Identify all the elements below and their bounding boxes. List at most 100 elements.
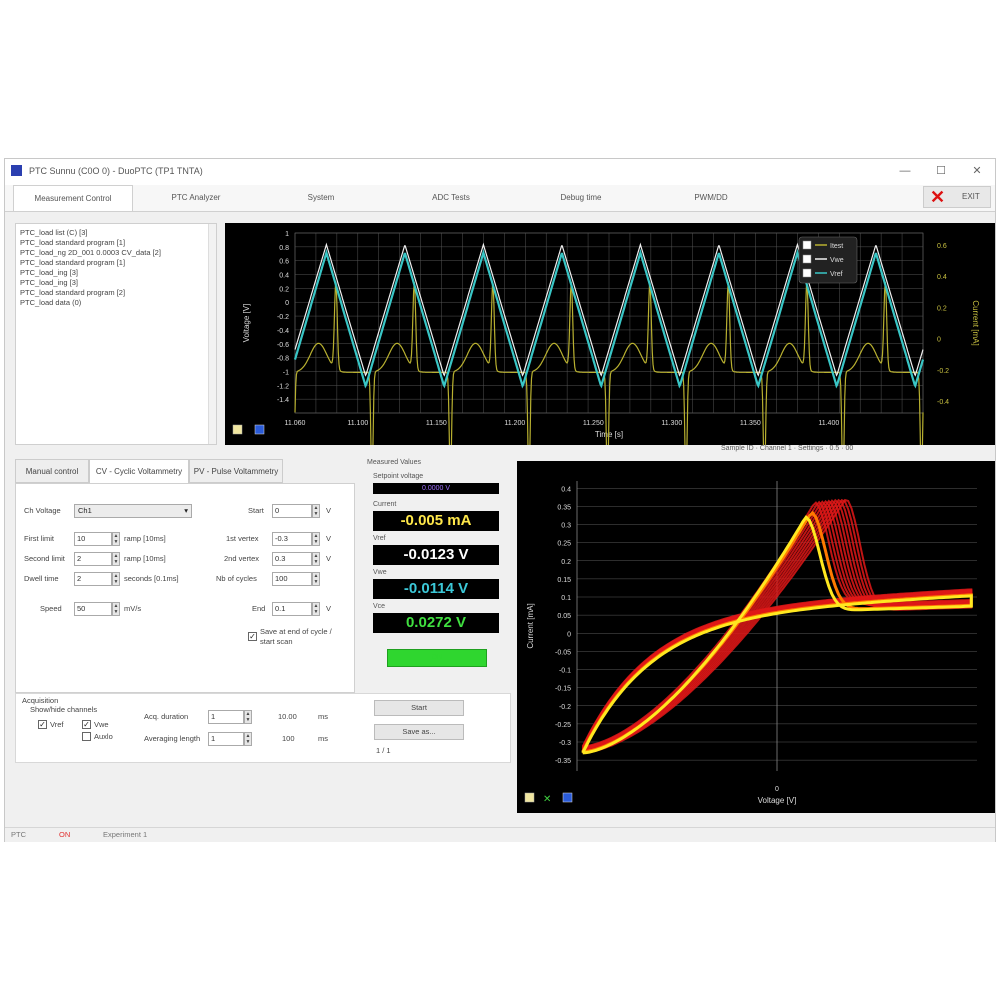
channel-auxlo-checkbox[interactable] <box>82 732 91 741</box>
speed-unit: mV/s <box>124 604 142 613</box>
x-tick-label: 11.150 <box>426 420 447 427</box>
zoom-fit-icon: ✕ <box>543 794 551 805</box>
second-limit-spinner[interactable]: ▲ ▼ <box>112 552 120 566</box>
exit-button[interactable]: ✕ EXIT <box>923 186 991 208</box>
y-tick-label: 0.8 <box>279 245 289 252</box>
y-tick-label: -1 <box>283 369 289 376</box>
save-as-button[interactable]: Save as... <box>374 724 464 740</box>
second-limit-input[interactable]: 2 <box>74 552 112 566</box>
second-vertex-spinner[interactable]: ▲ ▼ <box>312 552 320 566</box>
start-button[interactable]: Start <box>374 700 464 716</box>
dwell-time-unit: seconds [0.1ms] <box>124 574 179 583</box>
save-icon <box>254 424 265 435</box>
current-label: Current <box>373 501 397 508</box>
start-input[interactable]: 0 <box>272 504 312 518</box>
tab-cyclic-voltammetry[interactable]: CV - Cyclic Voltammetry <box>89 459 189 483</box>
list-item[interactable]: PTC_load standard program [1] <box>20 258 125 267</box>
vwe-label: Vwe <box>373 569 387 576</box>
y2-tick-label: 0.4 <box>937 274 947 281</box>
dwell-time-input[interactable]: 2 <box>74 572 112 586</box>
tab-debug-time[interactable]: Debug time <box>531 185 631 210</box>
nb-cycles-input[interactable]: 100 <box>272 572 312 586</box>
first-limit-unit: ramp [10ms] <box>124 534 166 543</box>
tab-pwm[interactable]: PWM/DD <box>661 185 761 210</box>
y-tick-label: -0.15 <box>555 686 571 693</box>
acq-duration-label: Acq. duration <box>144 712 189 721</box>
speed-input[interactable]: 50 <box>74 602 112 616</box>
second-limit-unit: ramp [10ms] <box>124 554 166 563</box>
channel-vwe-checkbox[interactable]: ✓ <box>82 720 91 729</box>
acquisition-counter: 1 / 1 <box>376 746 391 755</box>
close-x-icon: ✕ <box>930 187 946 207</box>
second-vertex-label: 2nd vertex <box>224 554 260 563</box>
maximize-button[interactable]: ☐ <box>931 163 951 179</box>
avg-length-input[interactable]: 1 <box>208 732 244 746</box>
y-tick-label: 0 <box>285 300 289 307</box>
tab-manual-control[interactable]: Manual control <box>15 459 89 483</box>
y-tick-label: 0.3 <box>561 523 571 530</box>
list-item[interactable]: PTC_load standard program [2] <box>20 288 125 297</box>
measured-values-panel: Measured Values Setpoint voltage 0.0000 … <box>367 459 507 695</box>
acquisition-header: Acquisition <box>22 696 59 705</box>
y-tick-label: -0.2 <box>559 704 571 711</box>
y-tick-label: 0.2 <box>279 286 289 293</box>
vce-value: 0.0272 V <box>373 613 499 633</box>
cv-chart-panel: 0.4 0.35 0.3 0.25 0.2 0.15 0.1 0.05 0 -0.05 -0.1 -0… <box>517 461 995 813</box>
y2-tick-label: -0.4 <box>937 399 949 406</box>
nb-cycles-label: Nb of cycles <box>216 574 257 583</box>
save-option-checkbox[interactable]: ✓ <box>248 632 257 641</box>
list-scrollbar[interactable] <box>208 224 216 444</box>
speed-spinner[interactable]: ▲ ▼ <box>112 602 120 616</box>
dwell-time-spinner[interactable]: ▲ ▼ <box>112 572 120 586</box>
list-item[interactable]: PTC_load data (0) <box>20 298 81 307</box>
y-tick-label: 0.05 <box>557 613 571 620</box>
end-spinner[interactable]: ▲ ▼ <box>312 602 320 616</box>
ch-voltage-select[interactable]: Ch1 ▾ <box>74 504 192 518</box>
close-button[interactable]: ✕ <box>967 163 987 179</box>
end-input[interactable]: 0.1 <box>272 602 312 616</box>
first-vertex-input[interactable]: -0.3 <box>272 532 312 546</box>
y-tick-label: 0.4 <box>279 273 289 280</box>
y2-tick-label: 0.6 <box>937 243 947 250</box>
nb-cycles-spinner[interactable]: ▲ ▼ <box>312 572 320 586</box>
tab-measurement-control[interactable]: Measurement Control <box>13 185 133 211</box>
y-tick-label: -1.2 <box>277 383 289 390</box>
tab-ptc-analyzer[interactable]: PTC Analyzer <box>141 185 251 210</box>
acq-duration-input[interactable]: 1 <box>208 710 244 724</box>
tab-system[interactable]: System <box>271 185 371 210</box>
program-list[interactable]: PTC_load list (C) [3] PTC_load standard … <box>15 223 217 445</box>
vref-value: -0.0123 V <box>373 545 499 565</box>
x-tick-label: 11.200 <box>504 420 525 427</box>
y-tick-label: -0.4 <box>277 328 289 335</box>
first-limit-spinner[interactable]: ▲ ▼ <box>112 532 120 546</box>
second-vertex-input[interactable]: 0.3 <box>272 552 312 566</box>
x-tick-label: 11.060 <box>285 420 306 427</box>
chevron-down-icon: ▾ <box>184 506 188 515</box>
tab-adc-tests[interactable]: ADC Tests <box>401 185 501 210</box>
list-item[interactable]: PTC_load_ing [3] <box>20 278 78 287</box>
channel-vref-checkbox[interactable]: ✓ <box>38 720 47 729</box>
y-tick-label: 0 <box>567 631 571 638</box>
channel-vwe-label: Vwe <box>94 720 109 729</box>
status-device: PTC <box>11 830 26 839</box>
save-option-label: Save at end of cycle / start scan <box>260 627 332 646</box>
acq-duration-spinner[interactable]: ▲ ▼ <box>244 710 252 724</box>
first-vertex-spinner[interactable]: ▲ ▼ <box>312 532 320 546</box>
avg-length-spinner[interactable]: ▲ ▼ <box>244 732 252 746</box>
list-item[interactable]: PTC_load_ng 2D_001 0.0003 CV_data [2] <box>20 248 161 257</box>
first-limit-input[interactable]: 10 <box>74 532 112 546</box>
cv-chart: 0.4 0.35 0.3 0.25 0.2 0.15 0.1 0.05 0 -0.05 -0.1 -0… <box>524 481 977 805</box>
exit-label: EXIT <box>962 192 980 201</box>
status-state: ON <box>59 830 71 839</box>
y2-tick-label: 0 <box>937 337 941 344</box>
y-tick-label: -0.2 <box>277 314 289 321</box>
y-tick-label: 0.2 <box>561 559 571 566</box>
start-spinner[interactable]: ▲ ▼ <box>312 504 320 518</box>
y-tick-label: 0.6 <box>279 259 289 266</box>
tab-pulse-voltammetry[interactable]: PV - Pulse Voltammetry <box>189 459 283 483</box>
list-item[interactable]: PTC_load_ing [3] <box>20 268 78 277</box>
avg-length-unit: 100 <box>282 734 295 743</box>
list-item[interactable]: PTC_load standard program [1] <box>20 238 125 247</box>
list-item[interactable]: PTC_load list (C) [3] <box>20 228 88 237</box>
minimize-button[interactable]: — <box>895 163 915 179</box>
